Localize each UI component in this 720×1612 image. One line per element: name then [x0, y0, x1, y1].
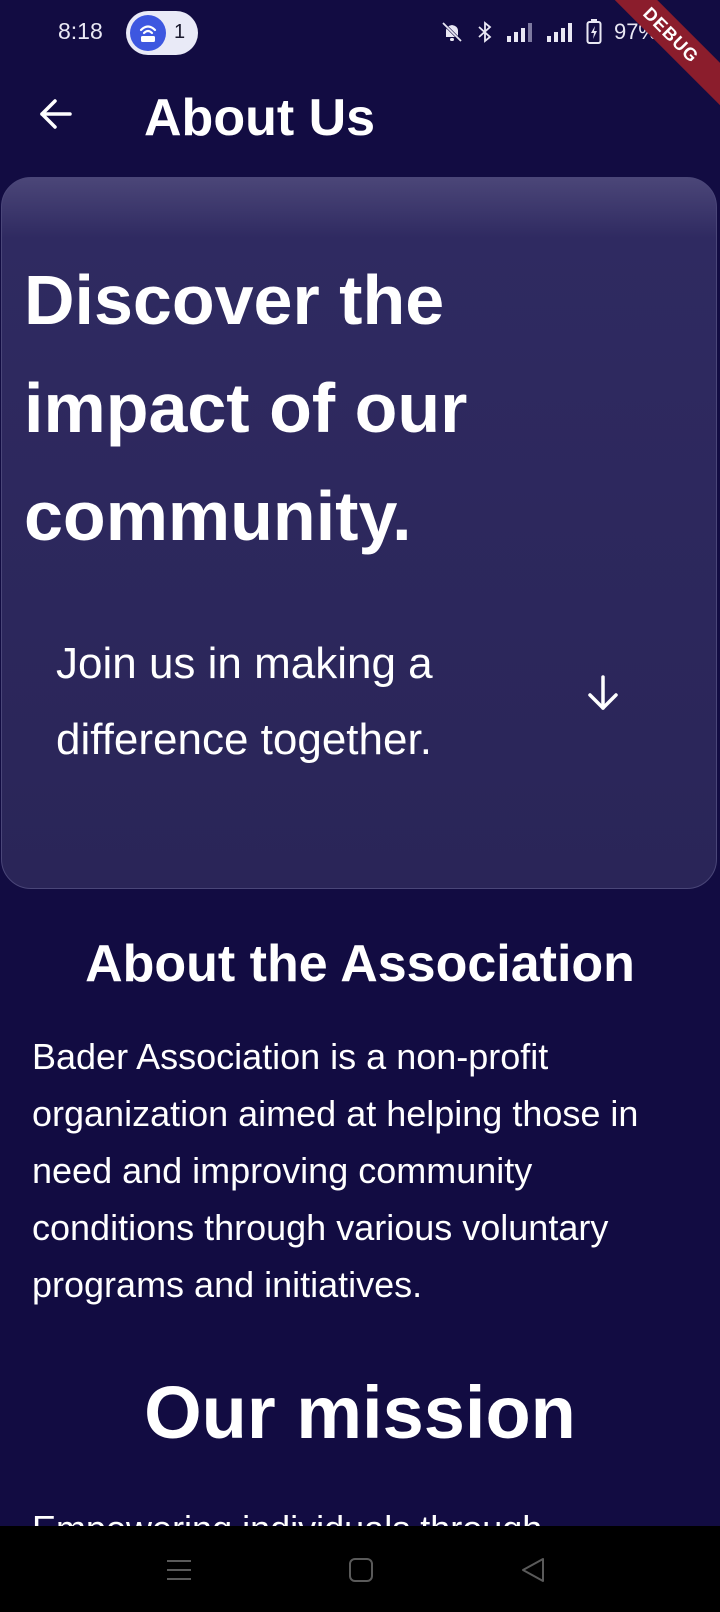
hero-subtitle: Join us in making a difference together.	[56, 639, 433, 764]
hotspot-indicator[interactable]: 1	[126, 11, 198, 55]
mission-heading: Our mission	[144, 1371, 576, 1454]
about-heading: About the Association	[85, 935, 635, 993]
hero-card: Discover the impact of our community. Jo…	[1, 177, 717, 889]
back-icon	[522, 1558, 544, 1582]
signal-icon	[546, 20, 574, 44]
battery-icon	[586, 19, 602, 45]
hotspot-icon	[130, 15, 166, 51]
recent-apps-button[interactable]	[157, 1548, 201, 1592]
signal-icon	[506, 20, 534, 44]
page-title: About Us	[144, 89, 376, 147]
status-bar: 8:18 1 97% DEBUG	[0, 0, 720, 113]
home-icon	[349, 1558, 373, 1582]
status-icons: 97%	[440, 18, 658, 46]
scroll-down-button[interactable]	[582, 672, 624, 714]
menu-icon	[167, 1560, 191, 1580]
bluetooth-icon	[476, 20, 494, 44]
arrow-down-icon	[588, 675, 618, 710]
system-back-button[interactable]	[511, 1548, 555, 1592]
mute-icon	[440, 20, 464, 44]
hotspot-count: 1	[174, 21, 186, 43]
system-nav-bar	[0, 1526, 720, 1612]
app-bar: About Us	[0, 70, 720, 170]
hero-title: Discover the impact of our community.	[24, 261, 468, 555]
about-description: Bader Association is a non-profit organi…	[32, 1036, 639, 1305]
arrow-left-icon	[40, 99, 72, 129]
status-time: 8:18	[58, 18, 103, 44]
back-button[interactable]	[32, 90, 80, 138]
home-button[interactable]	[339, 1548, 383, 1592]
